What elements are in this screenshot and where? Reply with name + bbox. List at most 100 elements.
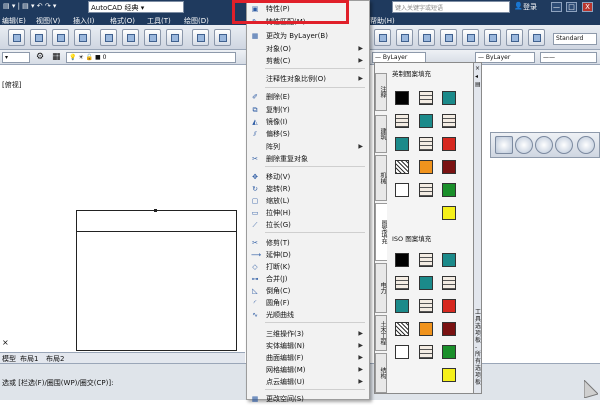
gear-icon[interactable]: ⚙ [36,52,44,62]
palette-tab[interactable]: 注释 [375,73,387,111]
palette-tab[interactable]: 电力 [375,263,387,313]
menu-item[interactable]: ◭ 镜像(I) [247,116,369,128]
hatch-swatch[interactable] [419,114,433,128]
palette-tab[interactable]: 建筑 [375,115,387,153]
app-menu-icon[interactable]: ▤ ▾ | ▤ ▾ ↶ ↷ ▾ [3,2,56,10]
palette-tab[interactable]: 图案填充 [375,203,387,261]
search-input[interactable]: 键入关键字或短语 [392,1,510,13]
menu-item[interactable]: ▦ 更改空间(S) [247,393,369,405]
orbit-icon[interactable] [515,136,533,154]
palette-close-icon[interactable]: × [475,65,480,72]
open-file-icon[interactable] [30,29,47,46]
hatch-swatch[interactable] [395,276,409,290]
lineweight-combo[interactable]: — ByLayer [475,52,535,63]
design-center-icon[interactable] [440,29,457,46]
palette-tab[interactable]: 机械 [375,155,387,201]
hatch-swatch[interactable] [442,345,456,359]
match-prop-icon[interactable] [166,29,183,46]
properties-icon[interactable] [418,29,435,46]
new-file-icon[interactable] [8,29,25,46]
user-icon[interactable]: 👤 [514,2,523,10]
hatch-swatch[interactable] [419,91,433,105]
menu-item[interactable]: 对象(O) ▶ [247,43,369,55]
menu-item[interactable]: 注释性对象比例(O) ▶ [247,73,369,85]
palette-autohide-icon[interactable]: ◂ [475,73,478,80]
hatch-swatch[interactable] [395,137,409,151]
hatch-swatch[interactable] [442,114,456,128]
menu-item[interactable]: ⫽ 偏移(S) [247,128,369,140]
hatch-swatch[interactable] [442,137,456,151]
minimize-button[interactable]: — [551,2,562,12]
hatch-swatch[interactable] [395,183,409,197]
block-editor-icon[interactable] [192,29,209,46]
hatch-swatch[interactable] [395,253,409,267]
hatch-swatch[interactable] [395,114,409,128]
menu-item[interactable]: ⟋ 拉长(G) [247,219,369,231]
drawn-rectangle-bottom[interactable] [76,231,237,351]
text-style-combo[interactable]: Standard [553,33,597,45]
menu-item[interactable]: 阵列 ▶ [247,141,369,153]
menu-item[interactable]: ⊶ 合并(J) [247,273,369,285]
calculator-icon[interactable] [506,29,523,46]
hatch-swatch[interactable] [395,91,409,105]
hatch-swatch[interactable] [419,137,433,151]
save-icon[interactable] [52,29,69,46]
hatch-swatch[interactable] [442,160,456,174]
palette-tab[interactable]: 结构 [375,353,387,393]
menu-item[interactable]: ▢ 缩放(L) [247,195,369,207]
copy-clip-icon[interactable] [122,29,139,46]
hatch-swatch[interactable] [442,253,456,267]
tool-palettes-icon[interactable] [462,29,479,46]
zoom-icon[interactable] [396,29,413,46]
hatch-swatch[interactable] [419,276,433,290]
workspace-selector[interactable]: AutoCAD 经典 ▾ [88,1,184,13]
hatch-swatch[interactable] [442,91,456,105]
viewport-label[interactable]: [俯视] [2,80,21,90]
menu-item[interactable]: 点云编辑(U) ▶ [247,376,369,388]
menu-item[interactable]: ◜ 圆角(F) [247,297,369,309]
plot-icon[interactable] [74,29,91,46]
text-style-icon[interactable] [528,29,545,46]
menu-item[interactable]: ◺ 倒角(C) [247,285,369,297]
menu-item[interactable]: 曲面编辑(F) ▶ [247,352,369,364]
menu-item[interactable]: ✥ 移动(V) [247,171,369,183]
maximize-button[interactable]: □ [566,2,577,12]
hatch-swatch[interactable] [442,276,456,290]
hatch-swatch[interactable] [442,368,456,382]
view-cube-icon[interactable] [495,136,513,154]
close-button[interactable]: X [582,2,593,12]
hatch-swatch[interactable] [419,345,433,359]
layer-state-icon[interactable]: ▦ [52,52,61,62]
menu-item[interactable]: ⧉ 复制(Y) [247,104,369,116]
menu-item[interactable]: ✐ 删除(E) [247,91,369,103]
menu-item[interactable]: ⟶ 延伸(D) [247,249,369,261]
hatch-swatch[interactable] [442,299,456,313]
menu-item[interactable]: ↻ 旋转(R) [247,183,369,195]
undo-icon[interactable] [214,29,231,46]
menu-item[interactable]: 剪裁(C) ▶ [247,55,369,67]
hatch-swatch[interactable] [442,322,456,336]
navigate-icon[interactable] [577,136,595,154]
drawn-rectangle-top[interactable] [76,210,237,232]
menu-item[interactable]: 网格编辑(M) ▶ [247,364,369,376]
palette-properties-icon[interactable]: ▤ [475,81,481,88]
paste-icon[interactable] [144,29,161,46]
plotstyle-combo[interactable]: —— [540,52,597,63]
hatch-swatch[interactable] [419,322,433,336]
resize-grip-icon[interactable] [583,378,599,399]
menu-item[interactable]: ▭ 拉伸(H) [247,207,369,219]
menu-item[interactable]: ✂ 修剪(T) [247,237,369,249]
hatch-swatch[interactable] [419,160,433,174]
hatch-swatch[interactable] [419,253,433,267]
grip-point[interactable] [154,209,157,212]
layer-tools-combo[interactable]: ▾ [2,52,30,63]
login-link[interactable]: 登录 [523,2,537,12]
menu-item[interactable]: ∿ 光顺曲线 [247,309,369,321]
zoom-in-icon[interactable] [535,136,553,154]
menu-item[interactable]: ▦ 更改为 ByLayer(B) [247,30,369,42]
cut-icon[interactable] [100,29,117,46]
palette-tab[interactable]: 土木工程 [375,315,387,351]
menu-item[interactable]: ◇ 打断(K) [247,261,369,273]
hatch-swatch[interactable] [395,322,409,336]
hatch-swatch[interactable] [395,299,409,313]
